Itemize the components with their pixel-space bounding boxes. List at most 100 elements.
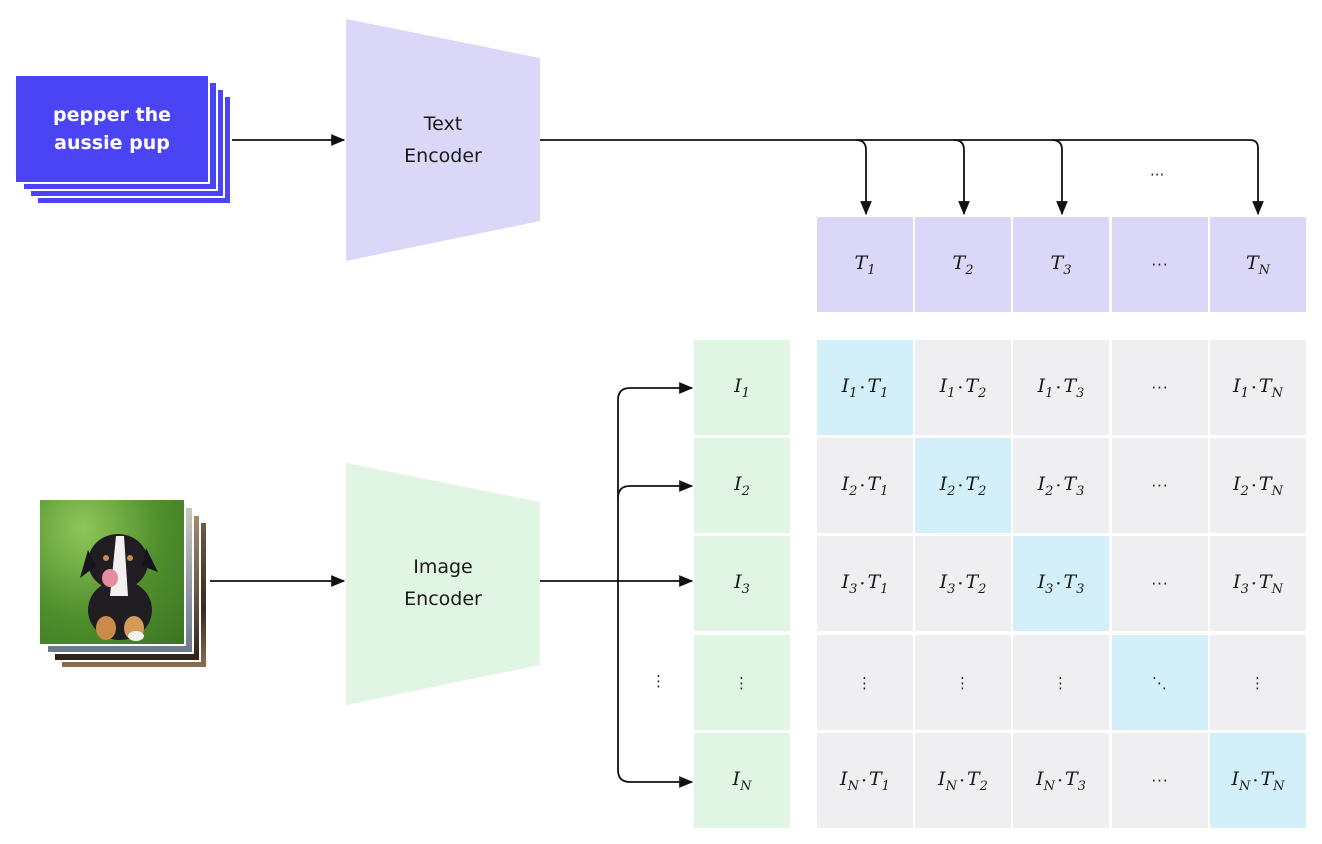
image-symbol: IN — [1231, 767, 1251, 794]
text-fanout-arrow — [855, 139, 872, 216]
text-symbol: T1 — [868, 767, 890, 794]
text-embedding-cell: T1 — [817, 217, 913, 312]
dot-product-operator: · — [859, 474, 866, 497]
image-embedding-label: I2 — [734, 472, 750, 499]
image-symbol: IN — [1036, 767, 1055, 794]
matrix-cell: I3 · TN — [1210, 536, 1306, 631]
image-symbol: IN — [938, 767, 957, 794]
text-embedding-label: TN — [1245, 251, 1271, 278]
dot-product-operator: · — [1250, 474, 1257, 497]
dot-product-operator: · — [1252, 769, 1259, 792]
text-symbol: T1 — [867, 570, 889, 597]
matrix-cell: IN · T1 — [817, 733, 913, 828]
image-embedding-label: IN — [732, 767, 752, 794]
matrix-cell: I1 · T2 — [915, 340, 1011, 435]
text-embedding-cell: T3 — [1013, 217, 1109, 312]
dot-product-operator: · — [957, 474, 964, 497]
matrix-cell-diagonal: I3 · T3 — [1013, 536, 1109, 631]
text-embedding-label: T1 — [854, 251, 876, 278]
text-embedding-label: T3 — [1050, 251, 1072, 278]
image-embedding-cell: ⋮ — [694, 635, 790, 730]
matrix-cell: I1 · T3 — [1013, 340, 1109, 435]
text-symbol: TN — [1258, 374, 1283, 401]
dot-product-operator: · — [1055, 474, 1062, 497]
image-symbol: I2 — [1037, 472, 1054, 499]
matrix-cell: ··· — [1112, 536, 1208, 631]
matrix-cell: IN · T3 — [1013, 733, 1109, 828]
image-fanout-arrow — [617, 480, 694, 499]
dot-product-operator: · — [1056, 769, 1063, 792]
image-embedding-cell: I3 — [694, 536, 790, 631]
image-symbol: I3 — [1233, 570, 1249, 597]
image-symbol: I3 — [1037, 570, 1054, 597]
matrix-cell: I3 · T1 — [817, 536, 913, 631]
matrix-cell: ⋮ — [1210, 635, 1306, 730]
text-symbol: T2 — [966, 767, 988, 794]
text-symbol: T1 — [867, 374, 889, 401]
text-symbol: T2 — [965, 472, 987, 499]
text-symbol: T3 — [1063, 374, 1085, 401]
text-fanout-arrow — [1051, 139, 1068, 216]
image-encoder-label: Image Encoder — [404, 556, 482, 610]
image-embedding-cell: I2 — [694, 438, 790, 533]
text-symbol: T3 — [1063, 570, 1085, 597]
image-symbol: I1 — [841, 374, 858, 401]
text-embedding-cell: TN — [1210, 217, 1306, 312]
matrix-cell: I1 · TN — [1210, 340, 1306, 435]
image-symbol: I1 — [939, 374, 956, 401]
matrix-cell: I2 · T3 — [1013, 438, 1109, 533]
image-arrows-ellipsis: ⋮ — [651, 672, 666, 690]
matrix-cell: ⋮ — [817, 635, 913, 730]
matrix-cell: ⋮ — [1013, 635, 1109, 730]
image-symbol: I1 — [1037, 374, 1054, 401]
text-fanout-arrow — [953, 139, 970, 216]
image-symbol: I3 — [841, 570, 858, 597]
image-embedding-label: I3 — [734, 570, 750, 597]
image-embedding-cell: IN — [694, 733, 790, 828]
matrix-cell: ⋮ — [915, 635, 1011, 730]
matrix-cell: ··· — [1112, 438, 1208, 533]
text-symbol: T3 — [1064, 767, 1086, 794]
text-symbol: T1 — [867, 472, 889, 499]
text-symbol: T2 — [965, 570, 987, 597]
matrix-cell-diagonal: ⋱ — [1112, 635, 1208, 730]
image-fanout-arrows — [540, 382, 694, 788]
image-embedding-label: I1 — [734, 374, 750, 401]
dot-product-operator: · — [859, 376, 866, 399]
dot-product-operator: · — [859, 572, 866, 595]
matrix-cell: ··· — [1112, 340, 1208, 435]
dot-product-operator: · — [1055, 572, 1062, 595]
matrix-cell: I2 · TN — [1210, 438, 1306, 533]
dot-product-operator: · — [1250, 572, 1257, 595]
text-symbol: T2 — [965, 374, 987, 401]
image-symbol: I2 — [1233, 472, 1249, 499]
text-symbol: TN — [1258, 570, 1283, 597]
dot-product-operator: · — [860, 769, 867, 792]
image-symbol: I3 — [939, 570, 956, 597]
dot-product-operator: · — [957, 572, 964, 595]
matrix-cell: ··· — [1112, 733, 1208, 828]
image-fanout-arrow — [617, 382, 694, 401]
image-embedding-cell: I1 — [694, 340, 790, 435]
matrix-cell-diagonal: I2 · T2 — [915, 438, 1011, 533]
dot-product-operator: · — [958, 769, 965, 792]
image-symbol: I2 — [939, 472, 956, 499]
text-embedding-label: T2 — [952, 251, 974, 278]
matrix-cell: IN · T2 — [915, 733, 1011, 828]
text-symbol: T3 — [1063, 472, 1085, 499]
image-symbol: I1 — [1233, 374, 1249, 401]
puppy-photo — [38, 498, 186, 646]
matrix-cell: I3 · T2 — [915, 536, 1011, 631]
dot-product-operator: · — [957, 376, 964, 399]
text-caption: pepper the aussie pup — [52, 104, 172, 154]
image-symbol: IN — [840, 767, 859, 794]
text-embedding-cell: T2 — [915, 217, 1011, 312]
text-arrows-ellipsis: ··· — [1150, 166, 1165, 184]
text-embedding-cell: ··· — [1112, 217, 1208, 312]
matrix-cell: I2 · T1 — [817, 438, 913, 533]
matrix-cell-diagonal: IN · TN — [1210, 733, 1306, 828]
dot-product-operator: · — [1055, 376, 1062, 399]
dot-product-operator: · — [1250, 376, 1257, 399]
puppy-icon — [80, 534, 158, 641]
matrix-cell-diagonal: I1 · T1 — [817, 340, 913, 435]
